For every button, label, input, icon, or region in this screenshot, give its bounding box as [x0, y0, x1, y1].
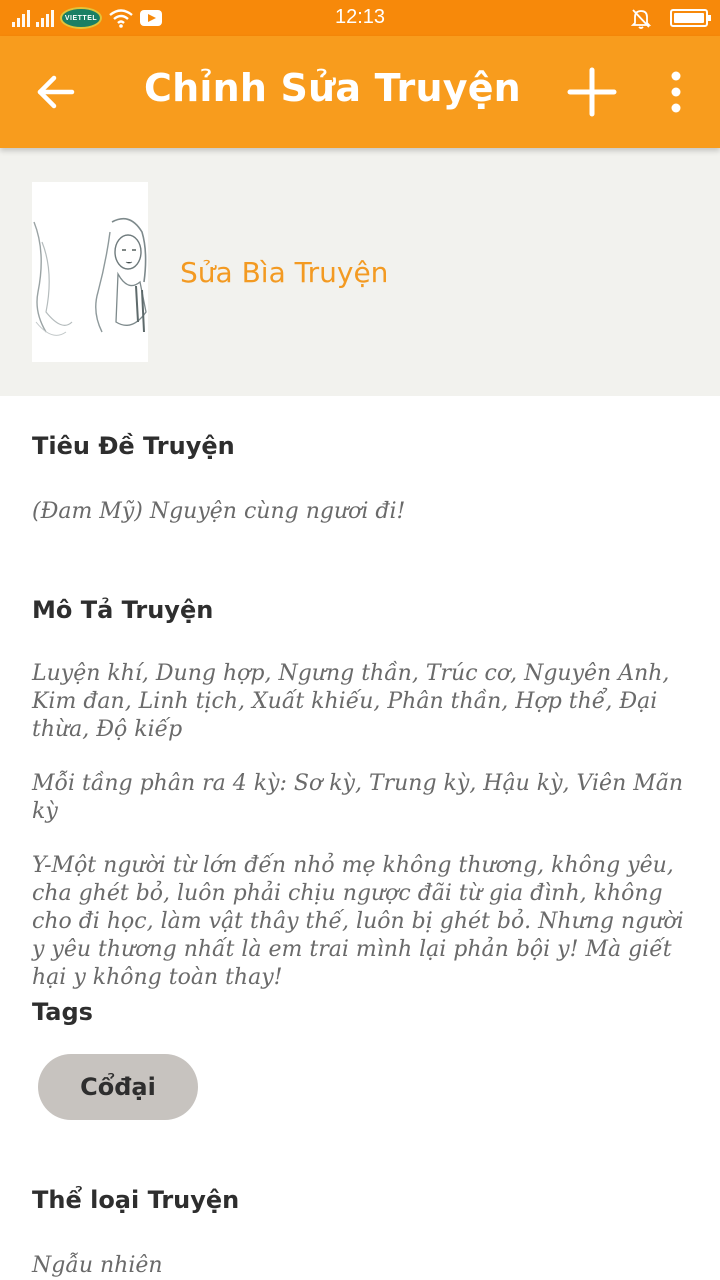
story-description-label: Mô Tả Truyện: [32, 596, 214, 624]
description-paragraph: Mỗi tầng phân ra 4 kỳ: Sơ kỳ, Trung kỳ, …: [32, 771, 684, 824]
description-paragraph: Y-Một người từ lớn đến nhỏ mẹ không thươ…: [32, 853, 684, 990]
bell-off-icon: [630, 9, 652, 29]
add-chapter-button[interactable]: [564, 64, 620, 120]
app-bar: Chỉnh Sửa Truyện: [0, 36, 720, 148]
status-bar-right: [630, 6, 711, 30]
story-title-field[interactable]: (Đam Mỹ) Nguyện cùng ngươi đi!: [32, 498, 692, 526]
cover-image[interactable]: [32, 182, 148, 362]
more-options-icon[interactable]: [660, 66, 692, 118]
back-arrow-icon[interactable]: [30, 68, 80, 118]
genre-field[interactable]: Ngẫu nhiên: [32, 1252, 692, 1280]
status-time: 12:13: [334, 6, 386, 28]
story-description-field[interactable]: Luyện khí, Dung hợp, Ngưng thần, Trúc cơ…: [32, 660, 692, 1018]
tag-chip[interactable]: Cổđại: [38, 1054, 198, 1120]
genre-label: Thể loại Truyện: [32, 1186, 240, 1214]
tags-label: Tags: [32, 998, 93, 1026]
battery-icon: [670, 9, 711, 27]
status-bar: VIETTEL 12:13: [0, 0, 720, 36]
story-title-label: Tiêu Đề Truyện: [32, 432, 235, 460]
edit-cover-button[interactable]: Sửa Bìa Truyện: [180, 256, 388, 289]
description-paragraph: Luyện khí, Dung hợp, Ngưng thần, Trúc cơ…: [32, 661, 670, 742]
cover-section: Sửa Bìa Truyện: [0, 148, 720, 396]
page-title: Chỉnh Sửa Truyện: [144, 66, 521, 110]
